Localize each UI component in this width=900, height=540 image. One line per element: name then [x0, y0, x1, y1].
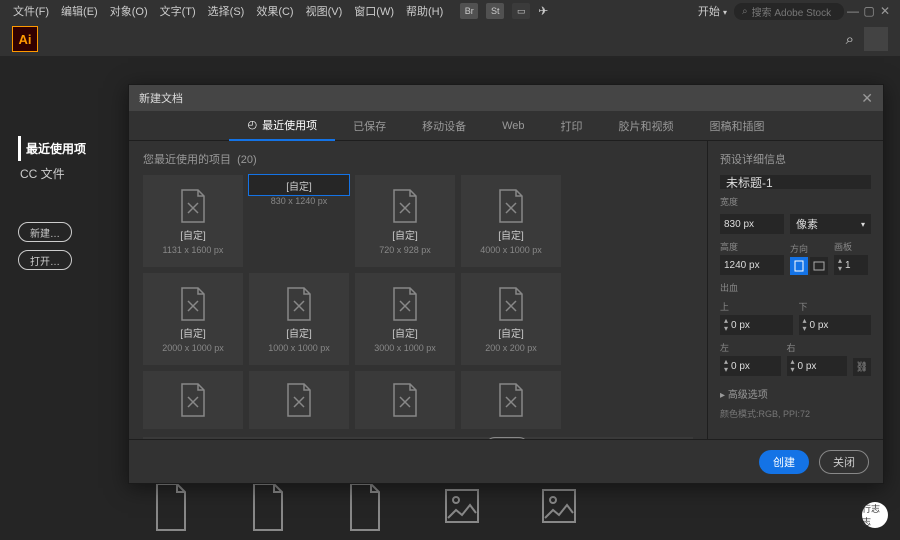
preset-name: [自定] — [498, 325, 524, 340]
preset-card[interactable]: [自定]830 x 1240 px — [249, 175, 349, 195]
preset-card[interactable] — [143, 371, 243, 429]
height-input[interactable]: 1240 px — [720, 255, 784, 275]
image-icon — [538, 482, 580, 532]
new-button[interactable]: 新建… — [18, 222, 72, 242]
preset-card[interactable] — [355, 371, 455, 429]
preset-name: [自定] — [286, 178, 312, 193]
preset-card[interactable]: [自定] 4000 x 1000 px — [461, 175, 561, 267]
create-button[interactable]: 创建 — [759, 450, 809, 474]
workspace-switcher[interactable]: 开始 ▾ — [693, 1, 732, 21]
preset-name: [自定] — [392, 325, 418, 340]
preset-card[interactable]: [自定] 2000 x 1000 px — [143, 273, 243, 365]
menu-view[interactable]: 视图(V) — [301, 1, 348, 21]
artboard-count[interactable]: ▴▾1 — [834, 255, 868, 275]
menu-help[interactable]: 帮助(H) — [401, 1, 448, 21]
orientation-landscape[interactable] — [810, 257, 828, 275]
window-maximize[interactable]: ▢ — [862, 4, 876, 18]
bleed-bottom[interactable]: ▴▾0 px — [799, 315, 872, 335]
unit-select[interactable]: 像素▾ — [790, 214, 871, 234]
file-icon — [344, 482, 386, 532]
preset-card[interactable] — [461, 371, 561, 429]
preset-card[interactable]: [自定] 200 x 200 px — [461, 273, 561, 365]
tab-recent[interactable]: ◴最近使用项 — [229, 111, 335, 141]
preset-size: 720 x 928 px — [379, 245, 431, 255]
stock-icon[interactable]: St — [486, 3, 504, 19]
watermark-badge: 行志志 — [862, 502, 888, 528]
menu-edit[interactable]: 编辑(E) — [56, 1, 103, 21]
preset-size: 200 x 200 px — [485, 343, 537, 353]
stock-search[interactable]: ⌕搜索 Adobe Stock — [734, 3, 844, 20]
search-icon: ⌕ — [742, 6, 748, 17]
preset-size: 2000 x 1000 px — [162, 343, 224, 353]
preset-card[interactable]: [自定] 3000 x 1000 px — [355, 273, 455, 365]
tab-art[interactable]: 图稿和插图 — [692, 111, 783, 141]
preset-name: [自定] — [180, 325, 206, 340]
orientation-portrait[interactable] — [790, 257, 808, 275]
close-icon[interactable]: ✕ — [861, 90, 873, 107]
preset-card[interactable]: [自定] 1000 x 1000 px — [249, 273, 349, 365]
preset-size: 1131 x 1600 px — [163, 245, 224, 255]
tab-saved[interactable]: 已保存 — [335, 111, 404, 141]
menu-effect[interactable]: 效果(C) — [251, 1, 298, 21]
preset-name: [自定] — [498, 227, 524, 242]
preset-size: 830 x 1240 px — [271, 196, 328, 206]
open-button[interactable]: 打开… — [18, 250, 72, 270]
image-icon — [441, 482, 483, 532]
doc-name-input[interactable] — [720, 175, 871, 189]
close-button[interactable]: 关闭 — [819, 450, 869, 474]
menu-type[interactable]: 文字(T) — [155, 1, 201, 21]
preset-card[interactable]: [自定] 720 x 928 px — [355, 175, 455, 267]
menu-select[interactable]: 选择(S) — [203, 1, 250, 21]
preset-card[interactable]: [自定] 1131 x 1600 px — [143, 175, 243, 267]
preset-size: 3000 x 1000 px — [374, 343, 436, 353]
file-icon — [247, 482, 289, 532]
tab-mobile[interactable]: 移动设备 — [404, 111, 484, 141]
sidebar-tab-cc[interactable]: CC 文件 — [18, 161, 113, 186]
preset-name: [自定] — [286, 325, 312, 340]
new-document-dialog: 新建文档 ✕ ◴最近使用项 已保存 移动设备 Web 打印 胶片和视频 图稿和插… — [128, 84, 884, 484]
search-icon[interactable]: ⌕ — [846, 31, 854, 48]
dialog-title: 新建文档 — [139, 90, 183, 106]
window-close[interactable]: ✕ — [878, 4, 892, 18]
menu-object[interactable]: 对象(O) — [105, 1, 153, 21]
app-logo: Ai — [12, 26, 38, 52]
preset-name: [自定] — [180, 227, 206, 242]
preset-size: 1000 x 1000 px — [268, 343, 330, 353]
link-icon[interactable]: ⛓ — [853, 358, 871, 376]
tab-web[interactable]: Web — [484, 111, 542, 141]
arrange-icon[interactable]: ▭ — [512, 3, 530, 19]
preset-size: 4000 x 1000 px — [480, 245, 542, 255]
menu-file[interactable]: 文件(F) — [8, 1, 54, 21]
bleed-top[interactable]: ▴▾0 px — [720, 315, 793, 335]
color-mode: 颜色模式:RGB, PPI:72 — [720, 407, 871, 420]
menu-window[interactable]: 窗口(W) — [349, 1, 399, 21]
details-header: 预设详细信息 — [720, 151, 871, 167]
preset-card[interactable] — [249, 371, 349, 429]
clock-icon: ◴ — [247, 118, 257, 131]
bridge-icon[interactable]: Br — [460, 3, 478, 19]
width-input[interactable]: 830 px — [720, 214, 784, 234]
account-button[interactable] — [864, 27, 888, 51]
advanced-toggle[interactable]: ▸ 高级选项 — [720, 386, 871, 401]
tab-film[interactable]: 胶片和视频 — [601, 111, 692, 141]
bleed-left[interactable]: ▴▾0 px — [720, 356, 781, 376]
sidebar-tab-recent[interactable]: 最近使用项 — [18, 136, 113, 161]
recent-thumbnails — [150, 482, 880, 532]
publish-icon[interactable]: ✈ — [538, 4, 548, 18]
bleed-right[interactable]: ▴▾0 px — [787, 356, 848, 376]
file-icon — [150, 482, 192, 532]
preset-name: [自定] — [392, 227, 418, 242]
tab-print[interactable]: 打印 — [543, 111, 601, 141]
window-minimize[interactable]: — — [846, 4, 860, 18]
